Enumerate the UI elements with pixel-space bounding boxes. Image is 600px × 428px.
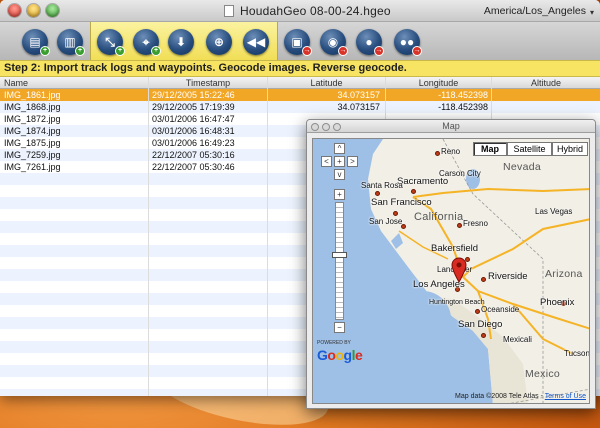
timezone-popup[interactable]: America/Los_Angeles [484, 5, 586, 17]
map-label-reno: Reno [441, 147, 461, 156]
cell-timestamp: 29/12/2005 15:22:46 [152, 90, 235, 100]
table-header: Name Timestamp Latitude Longitude Altitu… [0, 77, 600, 89]
cell-timestamp: 03/01/2006 16:49:23 [152, 138, 235, 148]
pan-center-icon[interactable]: + [334, 156, 345, 167]
export-locr-icon[interactable]: ●● → [394, 29, 422, 56]
place-pin-icon[interactable]: ⬇ [168, 29, 194, 55]
terms-of-use-link[interactable]: Terms of Use [545, 393, 586, 400]
map-label-mexicali: Mexicali [503, 335, 532, 344]
export-exif-icon[interactable]: ▣ → [284, 29, 312, 56]
cell-timestamp: 22/12/2007 05:30:46 [152, 162, 235, 172]
minimize-button[interactable] [27, 4, 40, 17]
map-label-oceanside: Oceanside [481, 305, 520, 314]
column-divider [148, 77, 149, 396]
pan-up-icon[interactable]: ^ [334, 143, 345, 154]
zoom-button[interactable] [46, 4, 59, 17]
pan-right-icon[interactable]: > [347, 156, 358, 167]
map-window: Map Map Satellite Hybrid ^ < + > v + − N… [306, 119, 596, 409]
map-label-riverside: Riverside [488, 271, 528, 282]
map-type-hybrid-button[interactable]: Hybrid [552, 142, 588, 156]
location-pin-icon[interactable] [451, 257, 467, 283]
map-label-fresno: Fresno [463, 219, 488, 228]
reverse-geocode-icon[interactable]: ⊕ [206, 29, 232, 55]
import-track-log-icon[interactable]: ⤡ + [97, 29, 125, 56]
map-label-bakersfield: Bakersfield [431, 243, 478, 254]
close-button[interactable] [8, 4, 21, 17]
map-view[interactable]: Map Satellite Hybrid ^ < + > v + − Nevad… [312, 138, 590, 404]
column-header-latitude[interactable]: Latitude [267, 77, 385, 89]
map-label-mexico: Mexico [525, 368, 561, 380]
table-row[interactable]: IMG_1861.jpg 29/12/2005 15:22:46 34.073157… [0, 89, 600, 101]
map-label-nevada: Nevada [503, 161, 541, 173]
city-marker [475, 309, 480, 314]
map-label-san-francisco: San Francisco [371, 197, 432, 208]
city-marker [411, 189, 416, 194]
cell-name: IMG_7261.jpg [4, 162, 61, 172]
city-marker [481, 277, 486, 282]
city-marker [481, 333, 486, 338]
map-type-satellite-button[interactable]: Satellite [507, 142, 552, 156]
zoom-in-button[interactable]: + [334, 189, 345, 200]
map-label-tucson: Tucson [564, 349, 590, 358]
cell-timestamp: 03/01/2006 16:48:31 [152, 126, 235, 136]
cell-latitude: 34.073157 [337, 90, 380, 100]
cell-name: IMG_7259.jpg [4, 150, 61, 160]
cell-name: IMG_1875.jpg [4, 138, 61, 148]
map-label-san-jose: San Jose [369, 217, 403, 226]
google-logo: Google [317, 347, 363, 363]
cell-name: IMG_1874.jpg [4, 126, 61, 136]
cell-longitude: -118.452398 [438, 90, 488, 100]
column-header-longitude[interactable]: Longitude [385, 77, 491, 89]
step-instructions: Step 2: Import track logs and waypoints.… [0, 60, 600, 77]
zoom-slider-thumb[interactable] [332, 252, 347, 259]
pan-left-icon[interactable]: < [321, 156, 332, 167]
column-divider [267, 77, 268, 396]
import-folder-icon[interactable]: ▥ + [57, 29, 85, 56]
column-header-timestamp[interactable]: Timestamp [148, 77, 267, 89]
window-title: HoudahGeo 08-00-24.hgeo [240, 4, 391, 18]
map-label-las-vegas: Las Vegas [535, 207, 573, 216]
powered-by-label: POWERED BY [317, 340, 351, 346]
cell-name: IMG_1868.jpg [4, 102, 61, 112]
zoom-slider[interactable] [335, 202, 344, 320]
cell-timestamp: 22/12/2007 05:30:16 [152, 150, 235, 160]
map-copyright: Map data ©2008 Tele Atlas - [455, 393, 543, 400]
map-window-title: Map [442, 121, 460, 131]
pan-down-icon[interactable]: v [334, 169, 345, 180]
title-bar: HoudahGeo 08-00-24.hgeo America/Los_Ange… [0, 0, 600, 22]
zoom-out-button[interactable]: − [334, 322, 345, 333]
city-marker [393, 211, 398, 216]
rewind-icon[interactable]: ◀◀ [243, 29, 269, 55]
city-marker [457, 223, 462, 228]
load-images-icon[interactable]: ▤ + [22, 29, 50, 56]
map-label-phoenix: Phoenix [540, 297, 575, 308]
table-row[interactable]: IMG_1868.jpg 29/12/2005 17:19:39 34.073157… [0, 101, 600, 113]
cell-latitude: 34.073157 [337, 102, 380, 112]
map-label-california: California [414, 211, 464, 223]
city-marker [375, 191, 380, 196]
cell-longitude: -118.452398 [438, 102, 488, 112]
geocode-from-gps-icon[interactable]: ⌖ + [133, 29, 161, 56]
map-type-map-button[interactable]: Map [473, 142, 507, 156]
column-header-name[interactable]: Name [0, 77, 148, 89]
export-google-earth-icon[interactable]: ◉ → [320, 29, 348, 56]
map-title-bar: Map [307, 120, 595, 133]
cell-name: IMG_1861.jpg [4, 90, 61, 100]
cell-timestamp: 29/12/2005 17:19:39 [152, 102, 235, 112]
map-label-sacramento: Sacramento [397, 176, 449, 187]
map-label-santa-rosa: Santa Rosa [361, 181, 403, 190]
map-label-san-diego: San Diego [458, 319, 503, 330]
chevron-down-icon: ▾ [589, 8, 594, 17]
map-label-arizona: Arizona [545, 268, 583, 280]
column-header-altitude[interactable]: Altitude [491, 77, 600, 89]
map-label-huntington-beach: Huntington Beach [429, 299, 485, 306]
city-marker [435, 151, 440, 156]
cell-name: IMG_1872.jpg [4, 114, 61, 124]
cell-timestamp: 03/01/2006 16:47:47 [152, 114, 235, 124]
map-credit: Map data ©2008 Tele Atlas - Terms of Use [455, 393, 586, 400]
export-flickr-icon[interactable]: ● → [356, 29, 384, 56]
document-icon [224, 5, 234, 17]
